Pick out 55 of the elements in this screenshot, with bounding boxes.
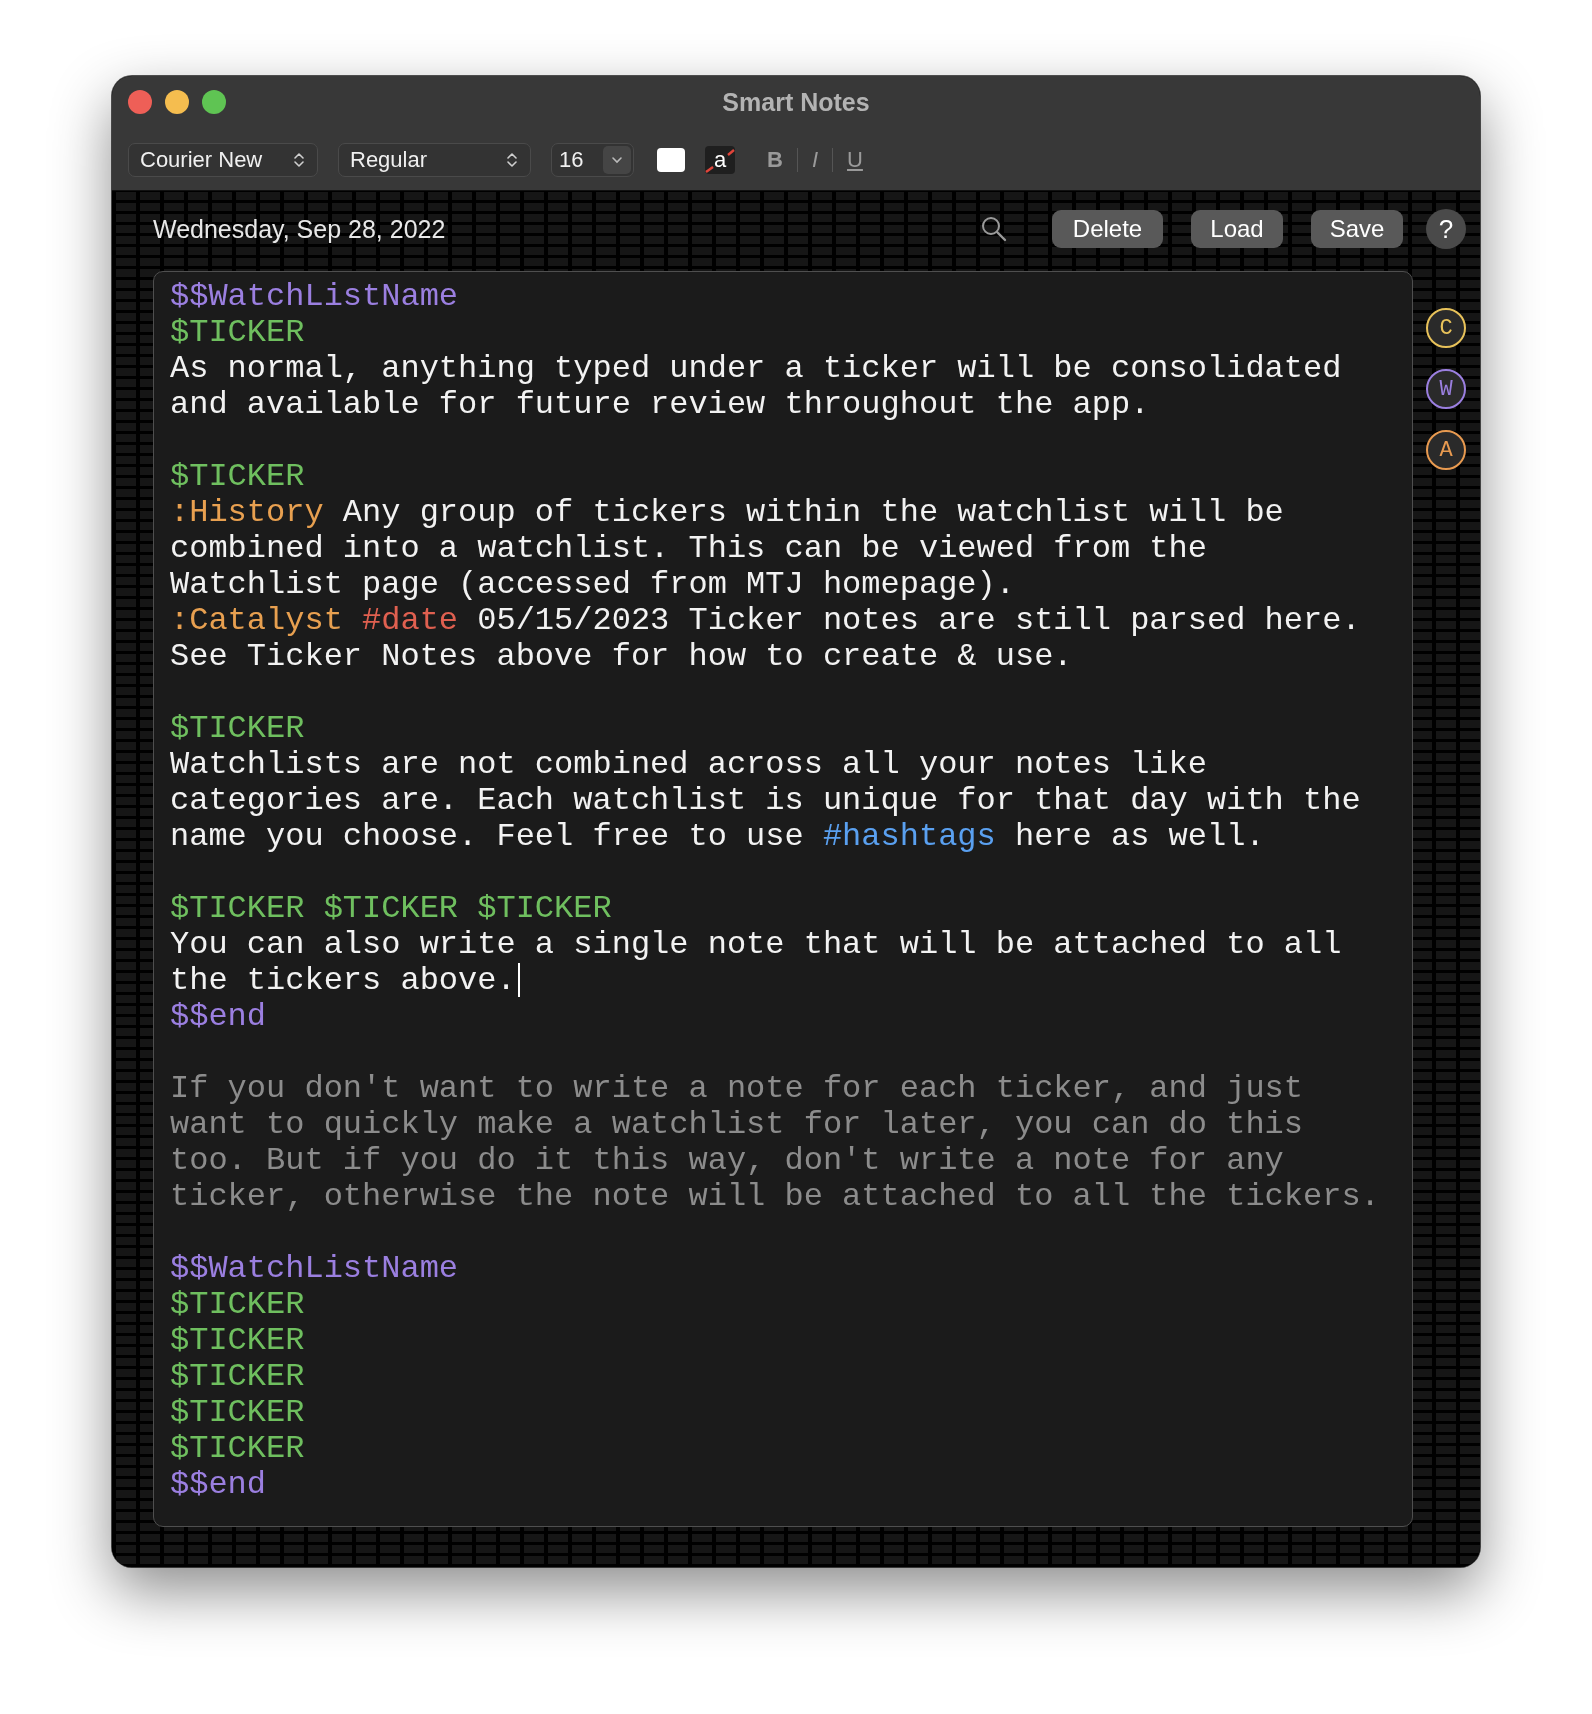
minimize-button[interactable] (165, 90, 189, 114)
save-button[interactable]: Save (1311, 210, 1403, 248)
editor-line: Watchlists are not combined across all your notes like (170, 747, 1207, 783)
delete-button[interactable]: Delete (1052, 210, 1163, 248)
editor-line: categories are. Each watchlist is unique for that day with the (170, 783, 1361, 819)
editor-line: ticker, otherwise the note will be attached to all the tickers. (170, 1179, 1380, 1215)
editor-line: $TICKER $TICKER $TICKER (170, 891, 612, 927)
editor-line: the tickers above. (170, 963, 520, 999)
load-button[interactable]: Load (1191, 210, 1283, 248)
help-button[interactable]: ? (1426, 209, 1466, 249)
editor-line: $TICKER (170, 315, 305, 351)
search-icon[interactable] (980, 215, 1008, 243)
editor-line: want to quickly make a watchlist for later, you can do this (170, 1107, 1303, 1143)
zoom-button[interactable] (202, 90, 226, 114)
editor-line: $$end (170, 999, 266, 1035)
category-button[interactable]: W (1426, 369, 1466, 409)
close-button[interactable] (128, 90, 152, 114)
category-button[interactable]: A (1426, 430, 1466, 470)
editor-line: and available for future review throughout the app. (170, 387, 1150, 423)
editor-line: $TICKER (170, 711, 305, 747)
editor-line: You can also write a single note that will be attached to all (170, 927, 1342, 963)
editor-line: name you choose. Feel free to use #hashtags here as well. (170, 819, 1265, 855)
editor-line: $TICKER (170, 1323, 305, 1359)
underline-button[interactable]: U (847, 147, 863, 173)
editor-line: $$WatchListName (170, 1251, 459, 1287)
font-dropdown[interactable]: Courier New (128, 143, 318, 177)
category-button[interactable]: C (1426, 308, 1466, 348)
editor-line: :Catalyst #date 05/15/2023 Ticker notes are still parsed here. (170, 603, 1361, 639)
window-title: Smart Notes (722, 87, 870, 117)
editor-line: combined into a watchlist. This can be viewed from the (170, 531, 1207, 567)
italic-button[interactable]: I (811, 147, 818, 173)
editor-line: :History Any group of tickers within the watchlist will be (170, 495, 1284, 531)
editor-line: See Ticker Notes above for how to create & use. (170, 639, 1073, 675)
date-label: Wednesday, Sep 28, 2022 (153, 214, 446, 244)
font-size-field[interactable]: 16 (551, 143, 634, 177)
editor-line: $TICKER (170, 1287, 305, 1323)
highlight-button[interactable]: a (705, 146, 735, 174)
editor-line: If you don't want to write a note for each ticker, and just (170, 1071, 1303, 1107)
editor-line: $TICKER (170, 1359, 305, 1395)
bold-button[interactable]: B (767, 147, 783, 173)
chevron-icon (506, 151, 518, 169)
text-editor[interactable] (153, 271, 1413, 1527)
chevron-icon (611, 156, 623, 164)
editor-line: $$end (170, 1467, 266, 1503)
editor-line: Watchlist page (accessed from MTJ homepage). (170, 567, 1015, 603)
editor-line: $$WatchListName (170, 279, 459, 315)
editor-line: too. But if you do it this way, don't write a note for any (170, 1143, 1284, 1179)
editor-line: $TICKER (170, 459, 305, 495)
chevron-icon (293, 151, 305, 169)
dropdown-button[interactable] (603, 146, 631, 174)
editor-line: $TICKER (170, 1395, 305, 1431)
editor-line: As normal, anything typed under a ticker will be consolidated (170, 351, 1342, 387)
font-style-dropdown[interactable]: Regular (338, 143, 531, 177)
text-color-well[interactable] (657, 148, 685, 172)
editor-line: $TICKER (170, 1431, 305, 1467)
